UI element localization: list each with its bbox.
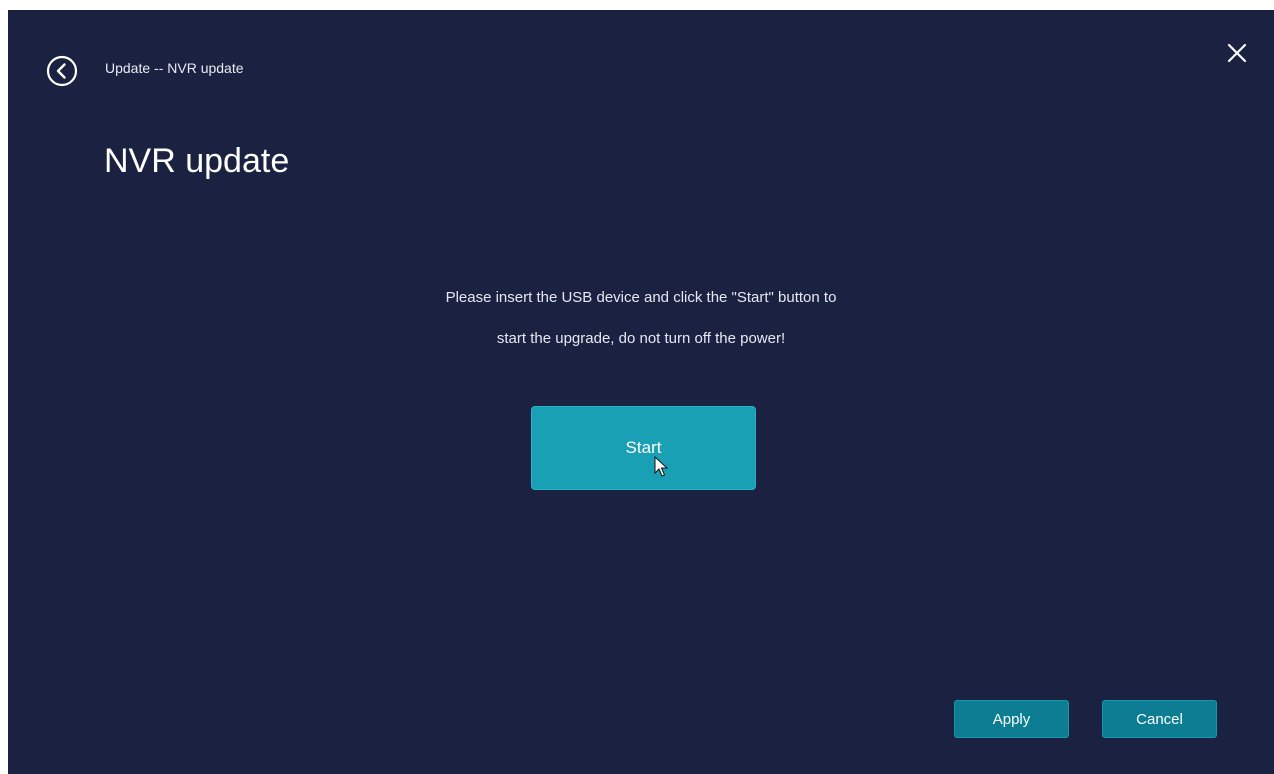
mouse-cursor-icon [654,456,668,477]
nvr-update-dialog: Update -- NVR update NVR update Please i… [8,10,1274,774]
start-button-label: Start [625,438,662,457]
instruction-line-2: start the upgrade, do not turn off the p… [496,330,786,347]
back-icon[interactable] [46,55,78,87]
apply-button-label: Apply [992,710,1031,728]
start-button[interactable]: Start [531,406,756,490]
cancel-button-label: Cancel [1136,710,1183,728]
page-title: NVR update [104,142,290,180]
apply-button[interactable]: Apply [954,700,1069,738]
breadcrumb: Update -- NVR update [105,60,244,76]
cancel-button[interactable]: Cancel [1102,700,1217,738]
instruction-line-1: Please insert the USB device and click t… [445,289,837,306]
close-icon[interactable] [1226,42,1248,64]
